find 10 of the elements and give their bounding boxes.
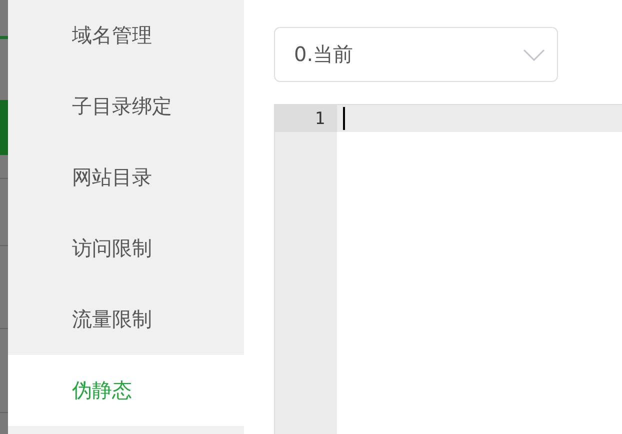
sidebar-item[interactable]: 子目录绑定	[8, 71, 244, 142]
code-editor[interactable]: 1	[274, 104, 622, 434]
sidebar-item[interactable]: 流量限制	[8, 284, 244, 355]
sidebar-item[interactable]: 访问限制	[8, 213, 244, 284]
sidebar-item[interactable]: 域名管理	[8, 0, 244, 71]
chevron-down-icon	[523, 48, 545, 60]
line-number: 1	[275, 105, 337, 132]
sidebar-item[interactable]: 网站目录	[8, 142, 244, 213]
version-select[interactable]: 0.当前	[274, 27, 558, 82]
text-cursor	[343, 107, 345, 130]
